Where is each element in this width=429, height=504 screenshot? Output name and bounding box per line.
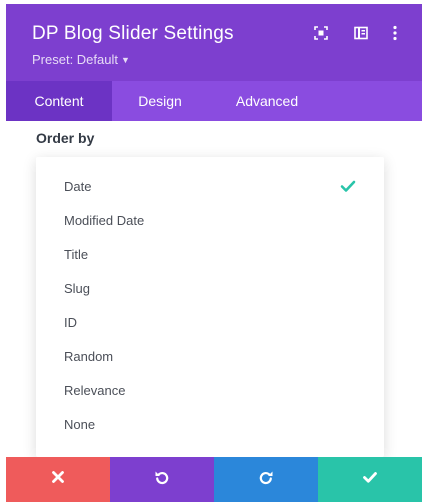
tab-advanced[interactable]: Advanced — [208, 81, 326, 121]
option-label: None — [64, 417, 96, 432]
modal-header: DP Blog Slider Settings Preset: Default ▼ — [6, 4, 422, 81]
discard-button[interactable] — [6, 457, 110, 502]
sidebar-layout-icon[interactable] — [352, 24, 370, 42]
modal-footer — [6, 457, 422, 502]
preset-label: Preset: Default — [32, 52, 118, 67]
tab-content[interactable]: Content — [6, 81, 112, 121]
option-date[interactable]: Date — [36, 170, 384, 204]
option-slug[interactable]: Slug — [36, 272, 384, 306]
check-icon — [340, 178, 356, 194]
option-random[interactable]: Random — [36, 340, 384, 374]
option-label: Title — [64, 247, 89, 262]
option-label: Relevance — [64, 383, 126, 398]
tab-bar: Content Design Advanced — [6, 81, 422, 121]
option-label: Modified Date — [64, 213, 145, 228]
close-icon — [51, 470, 65, 489]
caret-down-icon: ▼ — [121, 55, 130, 65]
settings-modal: DP Blog Slider Settings Preset: Default ▼ — [6, 4, 422, 502]
save-button[interactable] — [318, 457, 422, 502]
redo-button[interactable] — [214, 457, 318, 502]
redo-icon — [258, 469, 274, 490]
expand-icon[interactable] — [312, 24, 330, 42]
undo-icon — [154, 469, 170, 490]
option-id[interactable]: ID — [36, 306, 384, 340]
option-label: Random — [64, 349, 114, 364]
preset-selector[interactable]: Preset: Default ▼ — [32, 52, 130, 67]
option-label: Date — [64, 179, 92, 194]
option-label: Slug — [64, 281, 91, 296]
option-title[interactable]: Title — [36, 238, 384, 272]
modal-title: DP Blog Slider Settings — [32, 23, 234, 44]
order-by-label: Order by — [36, 130, 95, 146]
option-label: ID — [64, 315, 77, 330]
option-modified-date[interactable]: Modified Date — [36, 204, 384, 238]
tab-design[interactable]: Design — [112, 81, 208, 121]
order-by-dropdown: Date Modified Date Title Slug ID Random … — [36, 157, 384, 457]
check-icon — [362, 469, 378, 490]
undo-button[interactable] — [110, 457, 214, 502]
more-vertical-icon[interactable] — [386, 24, 404, 42]
option-relevance[interactable]: Relevance — [36, 374, 384, 408]
option-none[interactable]: None — [36, 408, 384, 442]
